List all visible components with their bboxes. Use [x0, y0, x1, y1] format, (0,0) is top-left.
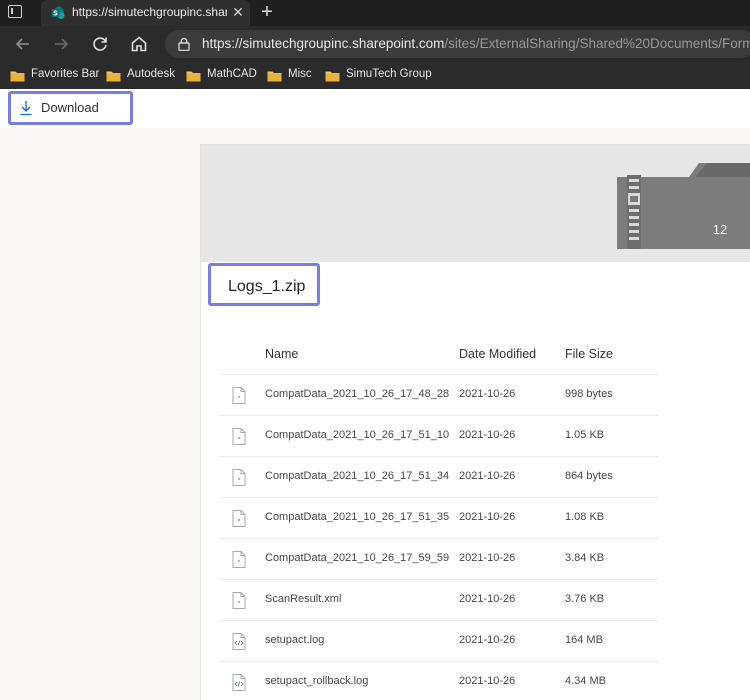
tab-actions-icon[interactable] [8, 5, 24, 20]
file-icon [232, 551, 246, 568]
file-date: 2021-10-26 [459, 593, 516, 605]
table-row[interactable]: setupact.log 2021-10-26 164 MB [219, 621, 659, 662]
file-name: CompatData_2021_10_26_17_59_59_3_0 [265, 552, 449, 564]
preview-header: 12 [201, 145, 750, 262]
file-date: 2021-10-26 [459, 634, 516, 646]
table-row[interactable]: CompatData_2021_10_26_17_51_34_3_0 2021-… [219, 457, 659, 498]
file-date: 2021-10-26 [459, 552, 516, 564]
file-icon [232, 510, 246, 527]
close-tab-icon[interactable]: ✕ [231, 5, 245, 19]
column-header-date-modified[interactable]: Date Modified [459, 347, 536, 361]
column-header-name[interactable]: Name [265, 347, 298, 361]
url-host: https://simutechgroupinc.sharepoint.com [202, 36, 445, 51]
download-button[interactable]: Download [8, 91, 133, 125]
file-name: setupact_rollback.log [265, 675, 369, 687]
table-row[interactable]: CompatData_2021_10_26_17_51_10_3_0 2021-… [219, 416, 659, 457]
zip-folder-icon: 12 [617, 163, 750, 249]
file-size: 3.84 KB [565, 552, 605, 564]
file-name-title: Logs_1.zip [228, 278, 306, 295]
file-name: ScanResult.xml [265, 593, 342, 605]
file-date: 2021-10-26 [459, 429, 516, 441]
zip-preview-panel: 12 Logs_1.zip Name Date Modified File Si… [200, 144, 750, 700]
home-icon[interactable] [128, 33, 150, 55]
file-size: 4.34 MB [565, 675, 606, 687]
command-bar: Download [0, 89, 750, 128]
table-header: Name Date Modified File Size [219, 343, 659, 375]
file-name-highlight: Logs_1.zip [208, 263, 320, 306]
download-icon [20, 101, 32, 116]
new-tab-icon[interactable]: + [258, 2, 276, 22]
folder-icon [186, 71, 201, 82]
file-date: 2021-10-26 [459, 388, 516, 400]
table-row[interactable]: ScanResult.xml 2021-10-26 3.76 KB [219, 580, 659, 621]
column-header-file-size[interactable]: File Size [565, 347, 613, 361]
favorite-label: Misc [288, 68, 312, 80]
tab-strip: S https://simutechgroupinc.sharepoint.co… [0, 0, 750, 26]
navigation-bar: https://simutechgroupinc.sharepoint.com/… [0, 26, 750, 62]
file-name: CompatData_2021_10_26_17_48_28_3_0 [265, 388, 449, 400]
favorite-label: SimuTech Group [346, 68, 432, 80]
browser-tab[interactable]: S https://simutechgroupinc.sharepoint.co… [41, 0, 250, 26]
folder-icon [106, 71, 121, 82]
tab-title: https://simutechgroupinc.sharepoint.com/… [72, 5, 227, 19]
file-size: 164 MB [565, 634, 603, 646]
folder-icon [267, 71, 282, 82]
file-name: CompatData_2021_10_26_17_51_10_3_0 [265, 429, 449, 441]
sharepoint-icon: S [51, 6, 65, 19]
file-name: CompatData_2021_10_26_17_51_35_3_0 [265, 511, 449, 523]
lock-icon[interactable] [177, 37, 191, 51]
file-size: 1.05 KB [565, 429, 605, 441]
item-count-badge: 12 [712, 222, 728, 237]
file-icon [232, 469, 246, 486]
favorites-bar: Favorites Bar Autodesk MathCAD Misc Simu… [0, 62, 750, 89]
file-size: 1.08 KB [565, 511, 605, 523]
file-date: 2021-10-26 [459, 470, 516, 482]
code-file-icon [232, 633, 246, 650]
favorite-label: MathCAD [207, 68, 257, 80]
url-path: /sites/ExternalSharing/Shared%20Document… [444, 36, 750, 51]
file-date: 2021-10-26 [459, 675, 516, 687]
favorite-label: Favorites Bar [31, 68, 100, 80]
table-row[interactable]: setupact_rollback.log 2021-10-26 4.34 MB [219, 662, 659, 700]
url-text[interactable]: https://simutechgroupinc.sharepoint.com/… [202, 36, 750, 54]
table-row[interactable]: CompatData_2021_10_26_17_59_59_3_0 2021-… [219, 539, 659, 580]
file-date: 2021-10-26 [459, 511, 516, 523]
download-label: Download [41, 100, 99, 115]
folder-icon [325, 71, 340, 82]
file-name: setupact.log [265, 634, 325, 646]
address-bar[interactable]: https://simutechgroupinc.sharepoint.com/… [165, 30, 750, 58]
file-icon [232, 428, 246, 445]
file-size: 864 bytes [565, 470, 613, 482]
file-name: CompatData_2021_10_26_17_51_34_3_0 [265, 470, 449, 482]
svg-text:S: S [53, 10, 58, 18]
file-icon [232, 387, 246, 404]
back-icon[interactable] [12, 33, 34, 55]
refresh-icon[interactable] [89, 33, 111, 55]
table-row[interactable]: CompatData_2021_10_26_17_48_28_3_0 2021-… [219, 375, 659, 416]
forward-icon[interactable] [50, 33, 72, 55]
table-row[interactable]: CompatData_2021_10_26_17_51_35_3_0 2021-… [219, 498, 659, 539]
file-size: 3.76 KB [565, 593, 605, 605]
file-icon [232, 592, 246, 609]
file-size: 998 bytes [565, 388, 613, 400]
favorite-label: Autodesk [127, 68, 175, 80]
code-file-icon [232, 674, 246, 691]
folder-icon [10, 71, 25, 82]
